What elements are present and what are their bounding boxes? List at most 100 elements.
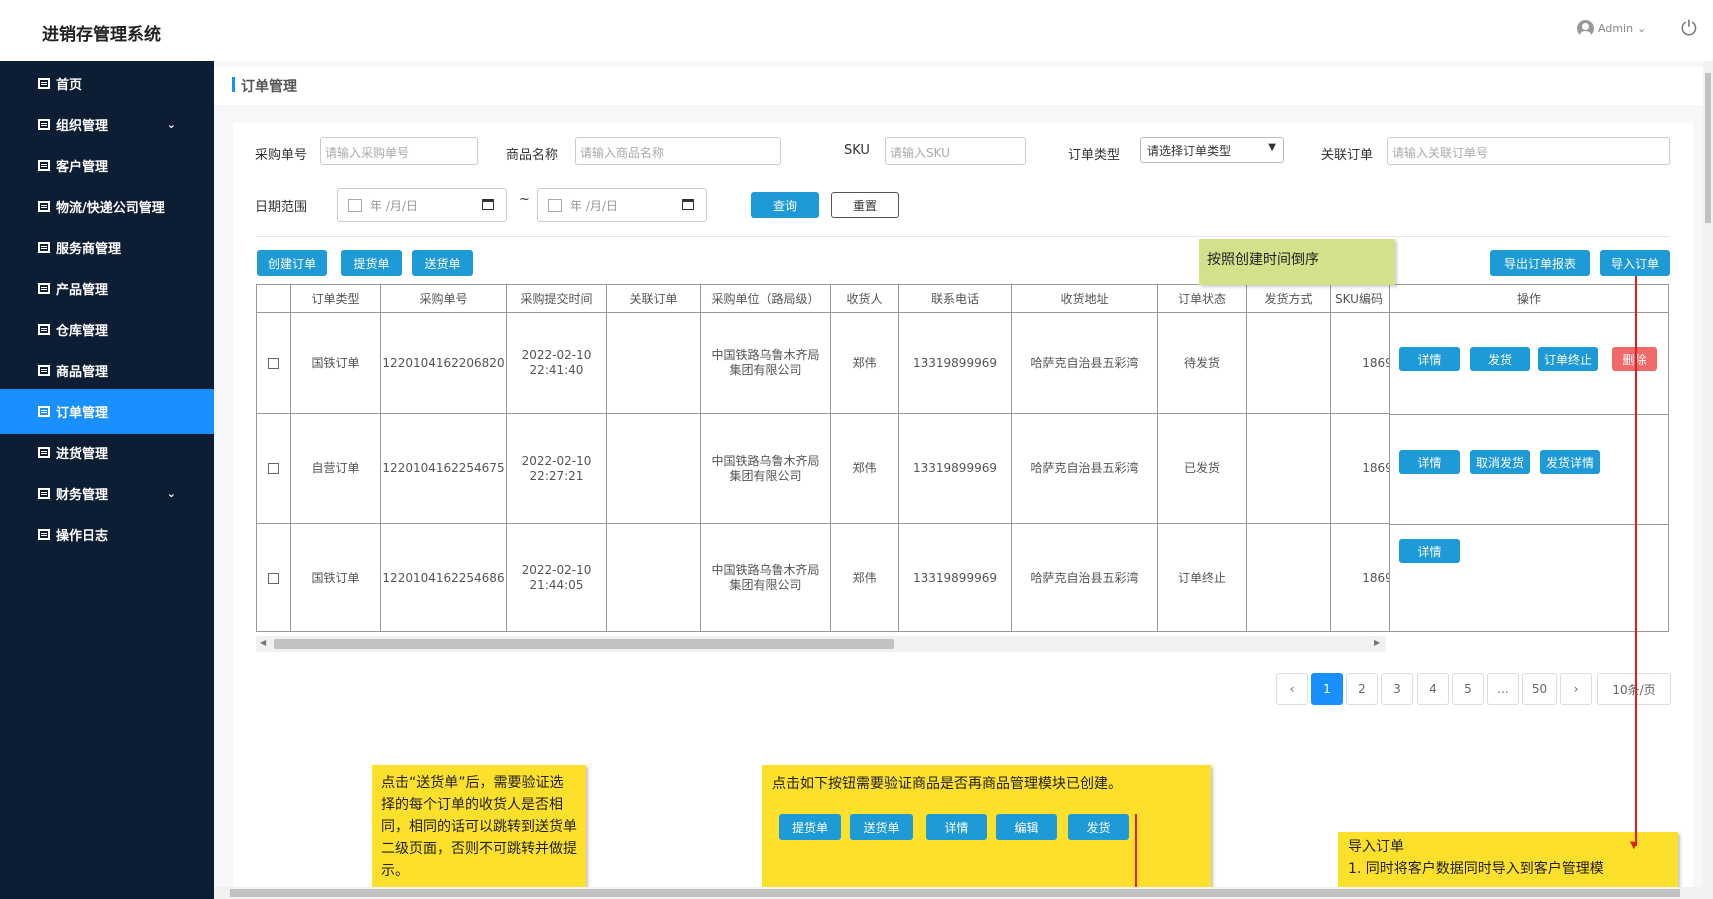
import-note-title: 导入订单 [1348, 839, 1404, 855]
terminate-order-button[interactable]: 订单终止 [1538, 347, 1598, 371]
detail-button[interactable]: 详情 [1399, 347, 1460, 371]
reset-button[interactable]: 重置 [831, 192, 899, 218]
sort-note: 按照创建时间倒序 [1199, 239, 1395, 285]
unit-line: 集团有限公司 [729, 578, 802, 592]
page-button[interactable]: 5 [1452, 673, 1484, 705]
date-start-input[interactable]: 年 /月/日 [337, 188, 507, 222]
page-button[interactable]: 2 [1346, 673, 1378, 705]
create-order-button[interactable]: 创建订单 [257, 250, 327, 276]
chevron-down-icon: ⌄ [1637, 22, 1647, 35]
sidebar-item-warehouse[interactable]: 仓库管理 [0, 307, 214, 352]
unit-line: 集团有限公司 [729, 363, 802, 377]
table-header: 订单状态 [1158, 285, 1247, 313]
page-button[interactable]: 1 [1311, 673, 1343, 705]
date-range-label: 日期范围 [255, 200, 308, 215]
note-ship-button: 发货 [1068, 814, 1129, 840]
table-cell: 13319899969 [899, 313, 1012, 414]
unit-line: 中国铁路乌鲁木齐局 [711, 563, 820, 577]
table-cell: 哈萨克自治县五彩湾 [1012, 414, 1158, 524]
power-icon[interactable]: ⏻ [1681, 18, 1701, 38]
list-icon [38, 324, 50, 335]
po-label: 采购单号 [255, 148, 308, 163]
scrollbar-thumb[interactable] [230, 889, 1680, 897]
po-input[interactable]: 请输入采购单号 [320, 137, 478, 165]
chevron-down-icon: ▼ [1268, 142, 1276, 153]
calendar-icon[interactable] [482, 199, 494, 210]
chevron-down-icon: ⌄ [166, 487, 176, 500]
unit-line: 集团有限公司 [729, 468, 802, 483]
page-scrollbar[interactable] [1703, 61, 1713, 899]
sidebar-item-log[interactable]: 操作日志 [0, 512, 214, 557]
scroll-left-icon[interactable]: ◀ [260, 638, 266, 647]
date-start-placeholder: 年 /月/日 [370, 198, 418, 213]
scroll-right-icon[interactable]: ▶ [1374, 638, 1380, 647]
note-delivery-button: 送货单 [850, 814, 913, 840]
goods-input[interactable]: 请输入商品名称 [575, 137, 781, 165]
sidebar-item-product[interactable]: 产品管理 [0, 266, 214, 311]
delivery-note-button[interactable]: 送货单 [412, 250, 473, 276]
list-icon [38, 160, 50, 171]
table-cell: 中国铁路乌鲁木齐局 集团有限公司 [701, 524, 831, 631]
export-report-button[interactable]: 导出订单报表 [1490, 250, 1590, 276]
page-size-select[interactable]: 10条/页 [1597, 673, 1671, 705]
sidebar-item-logistics[interactable]: 物流/快递公司管理 [0, 184, 214, 229]
top-header: 进销存管理系统 Admin ⌄ ⏻ [0, 0, 1713, 61]
list-icon [38, 406, 50, 417]
calendar-icon[interactable] [682, 199, 694, 210]
table-header: 关联订单 [607, 285, 701, 313]
import-order-button[interactable]: 导入订单 [1600, 250, 1670, 276]
table-cell [1247, 414, 1331, 524]
detail-button[interactable]: 详情 [1399, 539, 1460, 563]
sidebar-item-customer[interactable]: 客户管理 [0, 143, 214, 188]
scrollbar-thumb[interactable] [1705, 73, 1711, 223]
prev-page-button[interactable]: ‹ [1276, 673, 1308, 705]
table-cell: 订单终止 [1158, 524, 1247, 631]
table-cell: 13319899969 [899, 414, 1012, 524]
table-cell: 自营订单 [291, 414, 381, 524]
ship-detail-button[interactable]: 发货详情 [1540, 450, 1600, 474]
list-icon [38, 365, 50, 376]
list-icon [38, 242, 50, 253]
table-cell: 中国铁路乌鲁木齐局 集团有限公司 [701, 313, 831, 414]
list-icon [38, 283, 50, 294]
order-type-select[interactable]: 请选择订单类型 ▼ [1140, 137, 1284, 163]
scrollbar-thumb[interactable] [274, 639, 894, 649]
date-end-input[interactable]: 年 /月/日 [537, 188, 707, 222]
row-checkbox[interactable] [268, 572, 279, 584]
delivery-note: 点击“送货单”后，需要验证选择的每个订单的收货人是否相同，相同的话可以跳转到送货… [372, 765, 586, 887]
sidebar-item-goods[interactable]: 商品管理 [0, 348, 214, 393]
next-page-button[interactable]: › [1560, 673, 1592, 705]
page-button[interactable]: 50 [1522, 673, 1557, 705]
sidebar-item-org[interactable]: 组织管理 ⌄ [0, 102, 214, 147]
table-cell: 2022-02-10 22:41:40 [507, 313, 607, 414]
calendar-icon [348, 198, 362, 212]
user-menu[interactable]: Admin ⌄ [1577, 20, 1646, 37]
pickup-note-button[interactable]: 提货单 [341, 250, 402, 276]
table-header: 订单类型 [291, 285, 381, 313]
page-button[interactable]: 4 [1417, 673, 1449, 705]
sidebar-item-provider[interactable]: 服务商管理 [0, 225, 214, 270]
row-checkbox-cell [257, 524, 291, 631]
page-hscrollbar[interactable] [214, 887, 1703, 899]
related-order-input[interactable]: 请输入关联订单号 [1387, 137, 1670, 165]
sidebar-item-orders[interactable]: 订单管理 [0, 389, 214, 434]
row-checkbox[interactable] [268, 357, 279, 369]
table-header: 采购提交时间 [507, 285, 607, 313]
table-cell: 郑伟 [831, 414, 899, 524]
page-header: 订单管理 [214, 67, 1704, 107]
calendar-icon [548, 198, 562, 212]
chevron-down-icon: ⌄ [166, 118, 176, 131]
query-button[interactable]: 查询 [751, 192, 819, 218]
table-scrollbar[interactable]: ◀ ▶ [256, 636, 1386, 652]
sidebar-item-purchase[interactable]: 进货管理 [0, 430, 214, 475]
detail-button[interactable]: 详情 [1399, 450, 1460, 474]
row-checkbox[interactable] [268, 463, 279, 474]
sidebar-item-finance[interactable]: 财务管理 ⌄ [0, 471, 214, 516]
sku-input[interactable]: 请输入SKU [885, 137, 1026, 165]
page-button[interactable]: 3 [1381, 673, 1413, 705]
table-cell: 国铁订单 [291, 524, 381, 631]
date-separator: ~ [519, 192, 530, 207]
ship-button[interactable]: 发货 [1470, 347, 1530, 371]
cancel-ship-button[interactable]: 取消发货 [1470, 450, 1530, 474]
sidebar-item-home[interactable]: 首页 [0, 61, 214, 106]
